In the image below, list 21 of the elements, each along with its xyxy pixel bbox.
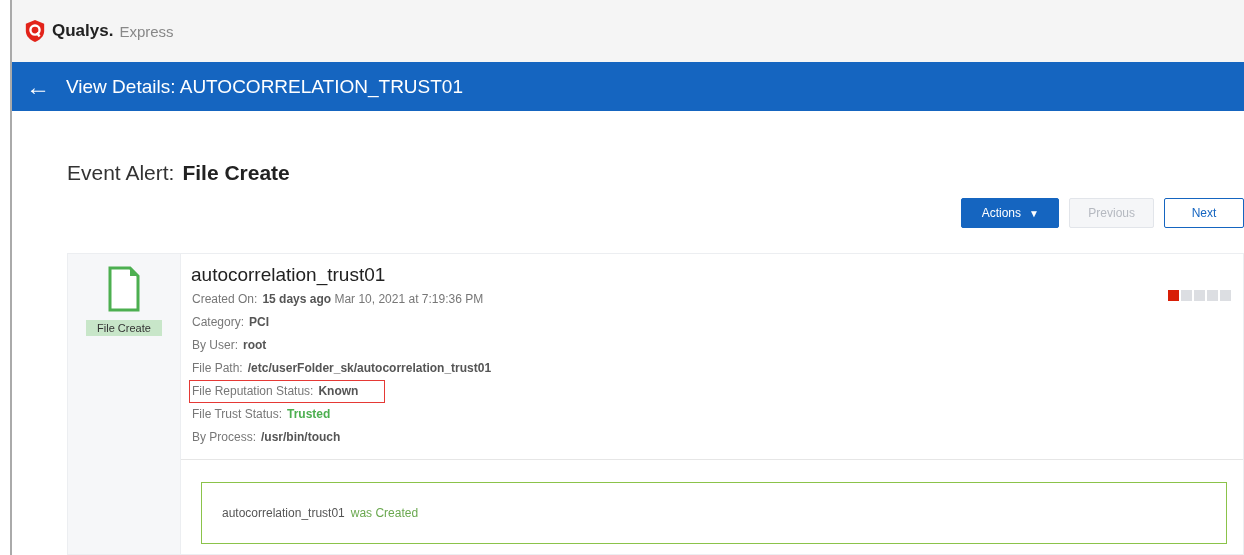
event-type-tag: File Create: [86, 320, 162, 336]
detail-row-text: By User: root: [191, 337, 268, 354]
message-box: autocorrelation_trust01 was Created: [201, 482, 1227, 544]
highlighted-detail-row: File Reputation Status: Known: [189, 380, 386, 403]
back-button[interactable]: ←: [26, 72, 50, 101]
file-icon: [108, 266, 140, 312]
severity-meter: [1168, 290, 1233, 301]
nav-button[interactable]: Next: [1164, 198, 1244, 228]
event-name: autocorrelation_trust01: [191, 264, 387, 286]
product-name: Express: [119, 22, 174, 40]
event-alert-label: Event Alert:: [67, 161, 175, 185]
detail-row-text: Created On: 15 days ago Mar 10, 2021 at 7:19:36 PM: [191, 291, 485, 308]
event-alert-type: File Create: [182, 161, 290, 185]
detail-row-text: By Process: /usr/bin/touch: [191, 429, 342, 446]
detail-row-text: File Trust Status: Trusted: [191, 406, 332, 423]
detail-row-text: Category: PCI: [191, 314, 271, 331]
brand-name: Qualys.: [52, 21, 114, 42]
page-title: View Details: AUTOCORRELATION_TRUST01: [66, 75, 463, 98]
shield-logo-icon: [24, 19, 46, 44]
detail-row-text: File Path: /etc/userFolder_sk/autocorrelation_trust01: [191, 360, 493, 377]
actions-button[interactable]: Actions ▼: [961, 198, 1060, 228]
